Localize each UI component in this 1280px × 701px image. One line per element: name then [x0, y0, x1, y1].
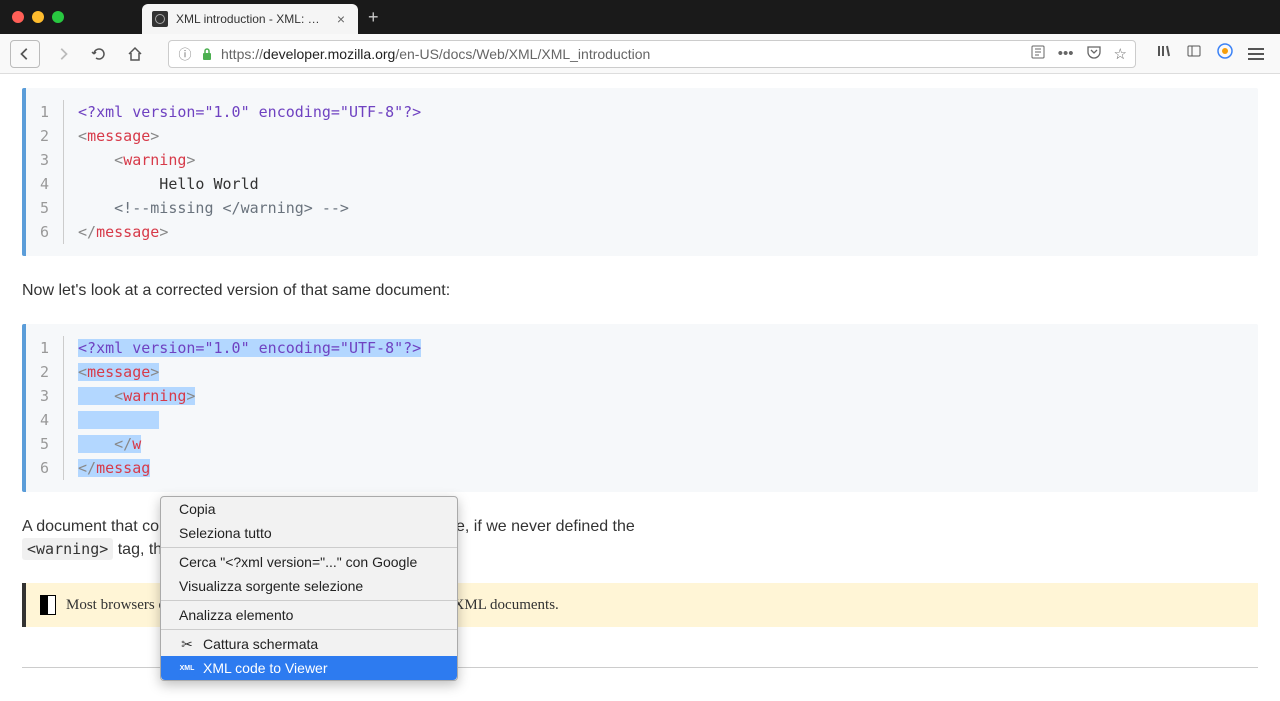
site-info-icon[interactable]: ⓘ — [177, 46, 193, 62]
window-controls — [12, 11, 64, 23]
ctx-separator — [161, 547, 457, 548]
library-icon[interactable] — [1156, 43, 1172, 64]
pocket-icon[interactable] — [1086, 44, 1102, 64]
code-content-2[interactable]: <?xml version="1.0" encoding="UTF-8"?> <… — [78, 336, 1244, 480]
forward-button[interactable] — [50, 41, 76, 67]
ctx-view-source[interactable]: Visualizza sorgente selezione — [161, 574, 457, 598]
maximize-window-button[interactable] — [52, 11, 64, 23]
ctx-inspect[interactable]: Analizza elemento — [161, 603, 457, 627]
ctx-select-all[interactable]: Seleziona tutto — [161, 521, 457, 545]
browser-tab[interactable]: XML introduction - XML: Extens × — [142, 4, 358, 34]
inline-code-warning: <warning> — [22, 538, 113, 560]
home-button[interactable] — [122, 41, 148, 67]
close-window-button[interactable] — [12, 11, 24, 23]
tab-close-button[interactable]: × — [334, 12, 348, 26]
sidebar-icon[interactable] — [1186, 43, 1202, 64]
ctx-copy[interactable]: Copia — [161, 497, 457, 521]
tab-favicon-icon — [152, 11, 168, 27]
line-numbers: 123456 — [40, 336, 64, 480]
note-flag-icon — [40, 595, 56, 615]
paragraph-1: Now let's look at a corrected version of… — [22, 280, 1258, 302]
scissors-icon — [179, 636, 195, 652]
xml-extension-icon: XML — [179, 660, 195, 676]
ctx-separator — [161, 600, 457, 601]
minimize-window-button[interactable] — [32, 11, 44, 23]
context-menu: Copia Seleziona tutto Cerca "<?xml versi… — [160, 496, 458, 681]
page-actions-icon[interactable]: ••• — [1058, 45, 1074, 62]
back-button[interactable] — [10, 40, 40, 68]
window-titlebar: XML introduction - XML: Extens × + — [0, 0, 1280, 34]
browser-toolbar: ⓘ https://developer.mozilla.org/en-US/do… — [0, 34, 1280, 74]
ctx-search-google[interactable]: Cerca "<?xml version="..." con Google — [161, 550, 457, 574]
new-tab-button[interactable]: + — [368, 7, 379, 28]
lock-icon — [199, 46, 215, 62]
bookmark-icon[interactable]: ☆ — [1114, 45, 1127, 63]
url-text: https://developer.mozilla.org/en-US/docs… — [221, 46, 1024, 62]
reader-mode-icon[interactable] — [1030, 44, 1046, 64]
line-numbers: 123456 — [40, 100, 64, 244]
address-bar[interactable]: ⓘ https://developer.mozilla.org/en-US/do… — [168, 40, 1136, 68]
code-block-2: 123456 <?xml version="1.0" encoding="UTF… — [22, 324, 1258, 492]
page-content: 123456 <?xml version="1.0" encoding="UTF… — [0, 74, 1280, 701]
menu-button[interactable] — [1248, 48, 1264, 60]
code-block-1: 123456 <?xml version="1.0" encoding="UTF… — [22, 88, 1258, 256]
reload-button[interactable] — [86, 41, 112, 67]
ctx-screenshot[interactable]: Cattura schermata — [161, 632, 457, 656]
ctx-separator — [161, 629, 457, 630]
extension-badge-icon[interactable] — [1216, 42, 1234, 65]
code-content-1[interactable]: <?xml version="1.0" encoding="UTF-8"?> <… — [78, 100, 1244, 244]
ctx-xml-viewer[interactable]: XMLXML code to Viewer — [161, 656, 457, 680]
tab-title: XML introduction - XML: Extens — [176, 12, 326, 26]
